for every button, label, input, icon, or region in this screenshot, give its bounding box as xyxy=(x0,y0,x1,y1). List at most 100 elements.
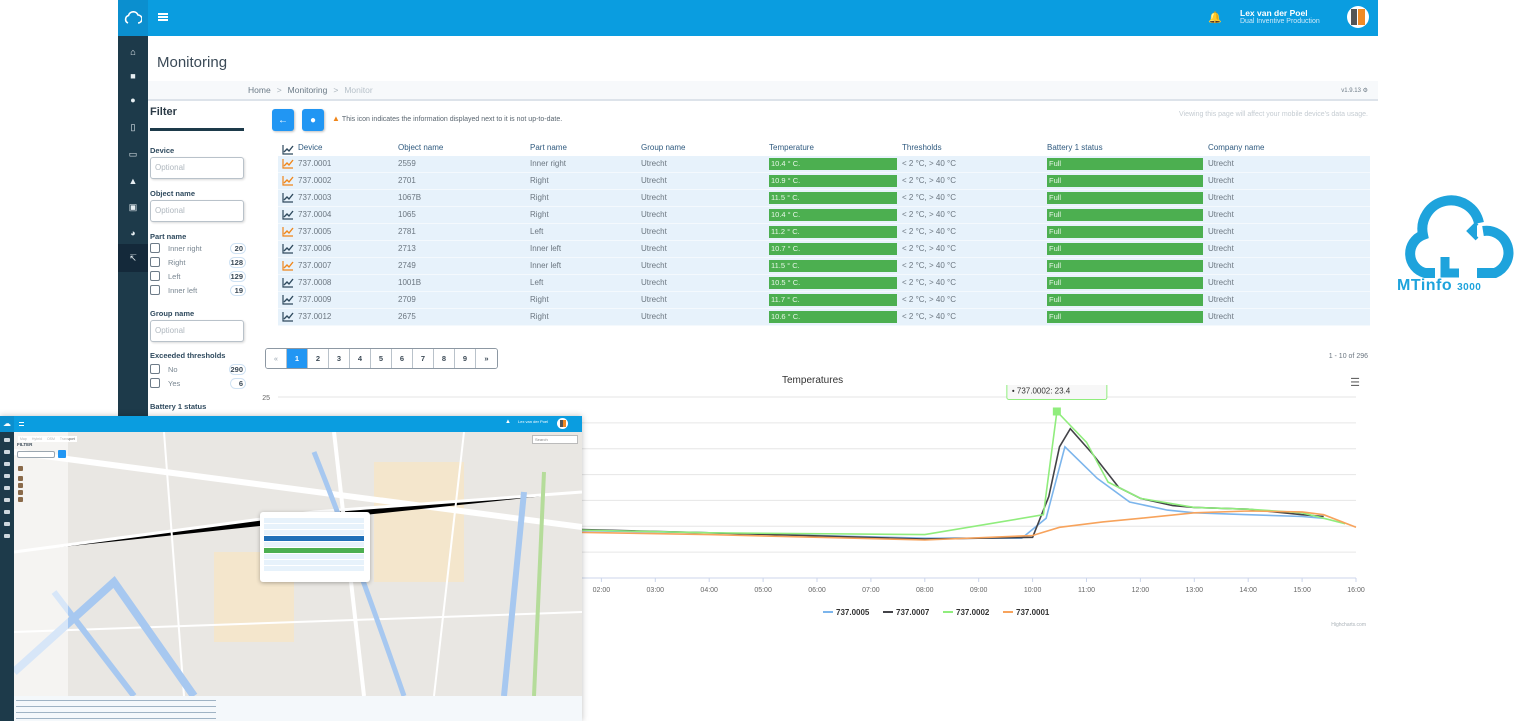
page-button[interactable]: 2 xyxy=(308,349,329,368)
checkbox-icon[interactable] xyxy=(150,285,160,295)
bell-icon[interactable] xyxy=(4,498,10,502)
page-button[interactable]: 8 xyxy=(434,349,455,368)
exceeded-no-checkbox[interactable]: No 290 xyxy=(150,364,246,376)
line-chart-icon[interactable] xyxy=(4,534,10,538)
page-button[interactable]: 9 xyxy=(455,349,476,368)
chart-toggle-icon[interactable] xyxy=(282,311,294,322)
folder-icon[interactable] xyxy=(4,462,10,466)
page-prev-button[interactable]: « xyxy=(266,349,287,368)
table-row[interactable]: 737.0004 1065 Right Utrecht < 2 °C, > 40 °C U… xyxy=(278,207,1370,224)
cell-device[interactable]: 737.0001 xyxy=(298,159,331,168)
legend-item[interactable]: 737.0007 xyxy=(896,608,930,617)
chart-toggle-icon[interactable] xyxy=(282,277,294,288)
list-icon[interactable] xyxy=(4,450,10,454)
cell-device[interactable]: 737.0004 xyxy=(298,210,331,219)
page-button[interactable]: 3 xyxy=(329,349,350,368)
user-avatar[interactable] xyxy=(1347,6,1369,28)
col-object-name[interactable]: Object name xyxy=(398,143,443,152)
col-group-name[interactable]: Group name xyxy=(641,143,685,152)
pie-chart-icon[interactable]: ◕ xyxy=(118,219,148,247)
train-icon[interactable]: ▣ xyxy=(118,193,148,221)
table-row[interactable]: 737.0002 2701 Right Utrecht < 2 °C, > 40 °C U… xyxy=(278,173,1370,190)
map-search-input[interactable]: Search xyxy=(532,435,578,444)
cell-device[interactable]: 737.0002 xyxy=(298,176,331,185)
train-icon[interactable] xyxy=(4,510,10,514)
user-name[interactable]: Lex van der Poel xyxy=(1240,8,1308,18)
exceeded-yes-checkbox[interactable]: Yes 6 xyxy=(150,378,246,390)
home-icon[interactable] xyxy=(4,438,10,442)
checkbox-icon[interactable] xyxy=(150,257,160,267)
notification-bell-icon[interactable]: 🔔 xyxy=(1208,11,1222,24)
page-button[interactable]: 7 xyxy=(413,349,434,368)
mobile-icon[interactable]: ▯ xyxy=(118,113,148,141)
cell-device[interactable]: 737.0009 xyxy=(298,295,331,304)
chart-toggle-icon[interactable] xyxy=(282,209,294,220)
breadcrumb-monitoring[interactable]: Monitoring xyxy=(288,85,328,95)
cloud-sync-icon[interactable]: ☁ xyxy=(0,416,14,432)
bell-icon[interactable]: ▲ xyxy=(118,167,148,195)
table-row[interactable]: 737.0007 2749 Inner left Utrecht < 2 °C, > 4… xyxy=(278,258,1370,275)
line-chart-icon[interactable]: ↸ xyxy=(118,244,148,272)
checkbox-icon[interactable] xyxy=(18,483,23,488)
legend-item[interactable]: 737.0001 xyxy=(1016,608,1050,617)
group-name-input[interactable]: Optional xyxy=(150,320,244,342)
part-inner-left-checkbox[interactable]: Inner left 19 xyxy=(150,285,246,297)
chart-toggle-icon[interactable] xyxy=(282,175,294,186)
page-button[interactable]: 5 xyxy=(371,349,392,368)
page-button[interactable]: 4 xyxy=(350,349,371,368)
user-name[interactable]: Lex van der Poel xyxy=(518,419,548,424)
table-row[interactable]: 737.0005 2781 Left Utrecht < 2 °C, > 40 °C Ut… xyxy=(278,224,1370,241)
notification-bell-icon[interactable]: ▲ xyxy=(505,419,511,425)
chart-credits[interactable]: Highcharts.com xyxy=(1331,622,1366,628)
cell-device[interactable]: 737.0008 xyxy=(298,278,331,287)
page-button[interactable]: 1 xyxy=(287,349,308,368)
cell-device[interactable]: 737.0007 xyxy=(298,261,331,270)
menu-toggle-icon[interactable] xyxy=(158,13,168,21)
checkbox-icon[interactable] xyxy=(18,490,23,495)
chart-toggle-all-icon[interactable] xyxy=(282,144,294,155)
legend-item[interactable]: 737.0005 xyxy=(836,608,870,617)
menu-toggle-icon[interactable] xyxy=(19,422,24,426)
cell-device[interactable]: 737.0003 xyxy=(298,193,331,202)
checkbox-icon[interactable] xyxy=(18,466,23,471)
col-device[interactable]: Device xyxy=(298,143,322,152)
table-row[interactable]: 737.0009 2709 Right Utrecht < 2 °C, > 40 °C U… xyxy=(278,292,1370,309)
col-company-name[interactable]: Company name xyxy=(1208,143,1264,152)
app-logo[interactable] xyxy=(118,0,148,36)
user-avatar[interactable] xyxy=(557,418,568,429)
checkbox-icon[interactable] xyxy=(150,378,160,388)
chart-toggle-icon[interactable] xyxy=(282,158,294,169)
part-right-checkbox[interactable]: Right 128 xyxy=(150,257,246,269)
device-input[interactable]: Optional xyxy=(150,157,244,179)
cell-device[interactable]: 737.0005 xyxy=(298,227,331,236)
pie-chart-icon[interactable] xyxy=(4,522,10,526)
chart-toggle-icon[interactable] xyxy=(282,260,294,271)
chart-toggle-icon[interactable] xyxy=(282,192,294,203)
cell-device[interactable]: 737.0006 xyxy=(298,244,331,253)
table-row[interactable]: 737.0001 2559 Inner right Utrecht < 2 °C, > … xyxy=(278,156,1370,173)
map-view-button[interactable]: ● xyxy=(302,109,324,131)
page-button[interactable]: 6 xyxy=(392,349,413,368)
checkbox-icon[interactable] xyxy=(18,476,23,481)
col-part-name[interactable]: Part name xyxy=(530,143,567,152)
checkbox-icon[interactable] xyxy=(150,243,160,253)
chart-toggle-icon[interactable] xyxy=(282,243,294,254)
tag-icon[interactable]: ● xyxy=(118,86,148,114)
search-icon[interactable] xyxy=(58,450,66,458)
page-next-button[interactable]: » xyxy=(476,349,497,368)
back-button[interactable]: ← xyxy=(272,109,294,131)
map-icon[interactable] xyxy=(4,486,10,490)
tag-icon[interactable] xyxy=(4,474,10,478)
cell-device[interactable]: 737.0012 xyxy=(298,312,331,321)
checkbox-icon[interactable] xyxy=(150,271,160,281)
checkbox-icon[interactable] xyxy=(18,497,23,502)
table-row[interactable]: 737.0006 2713 Inner left Utrecht < 2 °C, > 4… xyxy=(278,241,1370,258)
info-icon[interactable]: ⚙ xyxy=(1363,88,1368,94)
chart-toggle-icon[interactable] xyxy=(282,294,294,305)
part-inner-right-checkbox[interactable]: Inner right 20 xyxy=(150,243,246,255)
table-row[interactable]: 737.0012 2675 Right Utrecht < 2 °C, > 40 °C U… xyxy=(278,309,1370,326)
table-row[interactable]: 737.0008 1001B Left Utrecht < 2 °C, > 40 °C U… xyxy=(278,275,1370,292)
chart-toggle-icon[interactable] xyxy=(282,226,294,237)
checkbox-icon[interactable] xyxy=(150,364,160,374)
col-battery-status[interactable]: Battery 1 status xyxy=(1047,143,1103,152)
